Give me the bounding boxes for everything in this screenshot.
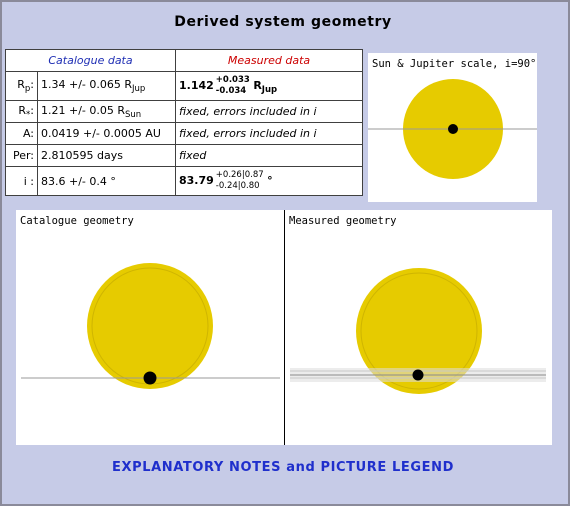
measured-value: 83.79 +0.26|0.87 -0.24|0.80 ° (175, 166, 363, 196)
param-label: A: (5, 122, 38, 145)
measured-value: fixed (175, 144, 363, 167)
measured-geometry-diagram (290, 268, 546, 394)
sun-jupiter-diagram (368, 79, 537, 179)
measured-value: 1.142 +0.033 -0.034 RJup (175, 71, 363, 101)
catalogue-geometry-panel: Catalogue geometry (16, 210, 284, 445)
catalogue-value: 83.6 +/- 0.4 ° (37, 166, 176, 196)
page-title: Derived system geometry (174, 14, 392, 30)
table-row-star-radius: R*: 1.21 +/- 0.05 RSun fixed, errors inc… (5, 100, 363, 123)
param-label: Rp: (5, 71, 38, 101)
star-disc (87, 263, 213, 389)
table-row-semimajor-axis: A: 0.0419 +/- 0.0005 AU fixed, errors in… (5, 122, 363, 145)
catalogue-geometry-diagram (21, 263, 280, 389)
table-row-planet-radius: Rp: 1.34 +/- 0.065 RJup 1.142 +0.033 -0.03… (5, 71, 363, 101)
measured-header: Measured data (175, 49, 363, 72)
param-label: i : (5, 166, 38, 196)
param-label: Per: (5, 144, 38, 167)
param-label: R*: (5, 100, 38, 123)
table-row-period: Per: 2.810595 days fixed (5, 144, 363, 167)
system-data-table: Catalogue data Measured data Rp: 1.34 +/… (5, 49, 363, 196)
catalogue-value: 1.34 +/- 0.065 RJup (37, 71, 176, 101)
catalogue-header: Catalogue data (5, 49, 176, 72)
planet-dot (143, 371, 157, 385)
measured-geometry-panel: Measured geometry (285, 210, 552, 445)
measured-value: fixed, errors included in i (175, 100, 363, 123)
explanatory-notes-link[interactable]: EXPLANATORY NOTES and PICTURE LEGEND (0, 460, 566, 475)
catalogue-value: 0.0419 +/- 0.0005 AU (37, 122, 176, 145)
jupiter-dot (448, 124, 458, 134)
catalogue-value: 1.21 +/- 0.05 RSun (37, 100, 176, 123)
measured-value: fixed, errors included in i (175, 122, 363, 145)
table-header-row: Catalogue data Measured data (5, 49, 363, 72)
planet-dot (412, 369, 424, 381)
catalogue-value: 2.810595 days (37, 144, 176, 167)
sun-jupiter-scale-panel: Sun & Jupiter scale, i=90° (368, 53, 537, 202)
table-row-inclination: i : 83.6 +/- 0.4 ° 83.79 +0.26|0.87 -0.24|… (5, 166, 363, 196)
